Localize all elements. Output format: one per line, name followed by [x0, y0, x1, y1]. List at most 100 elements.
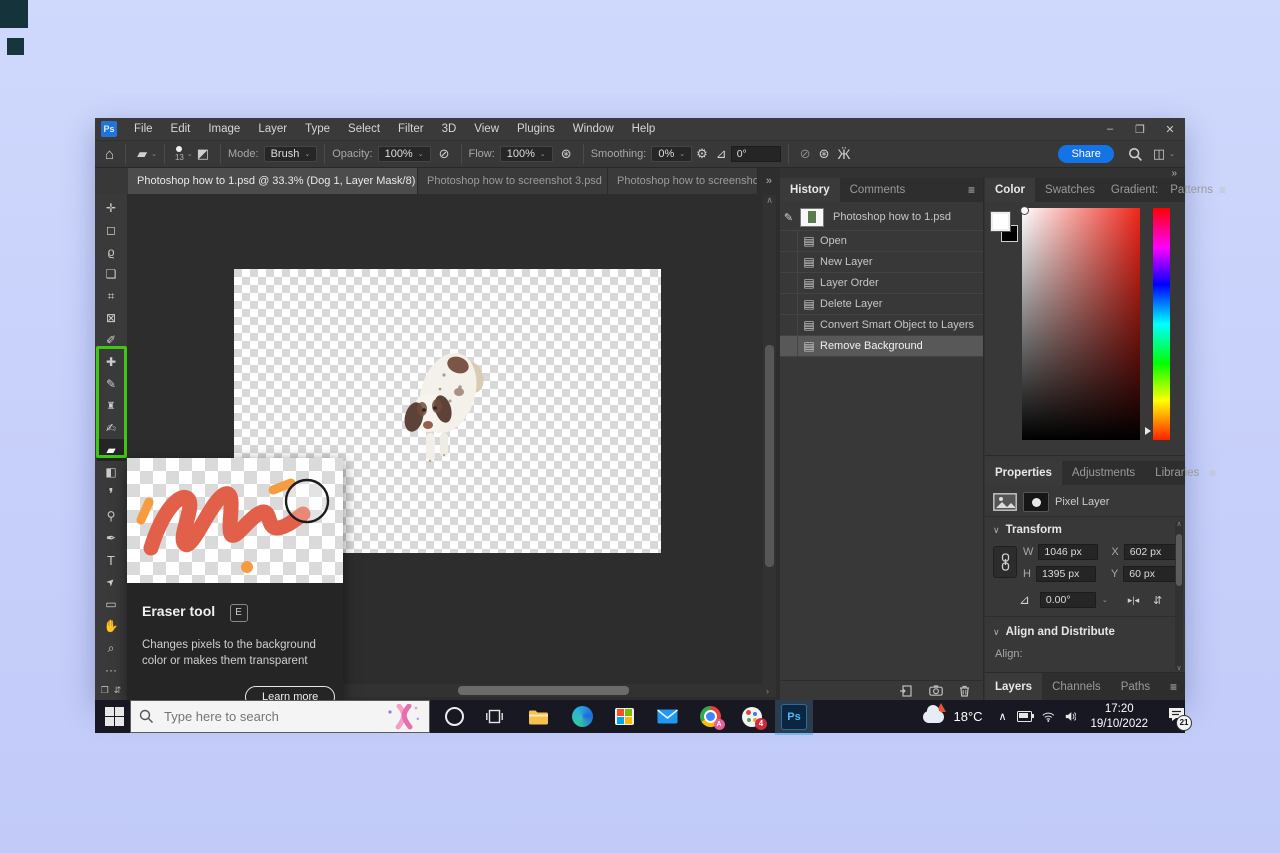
tab-adjustments[interactable]: Adjustments [1062, 461, 1145, 485]
move-tool[interactable]: ✛ [97, 197, 126, 219]
show-hidden-icons-chevron[interactable]: ∧ [999, 710, 1007, 723]
scroll-down-icon[interactable]: ∨ [1175, 664, 1183, 672]
hue-slider-arrow[interactable] [1145, 427, 1151, 435]
panel-menu-icon[interactable]: ≡ [1219, 183, 1226, 197]
document-tab-3[interactable]: Photoshop how to screenshot [608, 168, 758, 194]
menu-type[interactable]: Type [296, 120, 339, 138]
zoom-tool[interactable]: ⌕ [97, 637, 126, 659]
crop-tool[interactable]: ⌗ [97, 285, 126, 307]
document-tab-1[interactable]: Photoshop how to 1.psd @ 33.3% (Dog 1, L… [128, 168, 419, 194]
tab-paths[interactable]: Paths [1111, 673, 1160, 701]
tab-history[interactable]: History [780, 178, 840, 202]
eraser-preset-icon[interactable]: ▰ [137, 146, 147, 162]
frame-tool[interactable]: ⊠ [97, 307, 126, 329]
menu-edit[interactable]: Edit [162, 120, 200, 138]
tab-gradients[interactable]: Gradient: [1105, 178, 1164, 202]
history-source-well[interactable] [780, 231, 798, 251]
menu-plugins[interactable]: Plugins [508, 120, 564, 138]
menu-3d[interactable]: 3D [433, 120, 466, 138]
edge-button[interactable] [563, 700, 601, 733]
airbrush-mode-icon[interactable]: ⊛ [819, 146, 830, 162]
brush-tool[interactable]: ✎ [97, 373, 126, 395]
smoothing-gear-icon[interactable]: ⚙ [696, 146, 708, 162]
vertical-scrollbar-thumb[interactable] [765, 345, 774, 567]
tab-libraries[interactable]: Libraries [1145, 461, 1209, 485]
scroll-up-icon[interactable]: ∧ [1175, 520, 1183, 528]
minimize-button[interactable]: – [1095, 123, 1125, 136]
history-state-delete-layer[interactable]: ▤ Delete Layer [780, 294, 983, 315]
close-button[interactable]: ✕ [1155, 123, 1185, 136]
brush-angle-field[interactable]: 0° [730, 146, 781, 162]
flip-vertical-icon[interactable]: ⇵ [1153, 594, 1162, 607]
align-section-header[interactable]: ∨ Align and Distribute [993, 626, 1115, 638]
learn-more-button[interactable]: Learn more [245, 686, 336, 700]
link-dimensions-button[interactable] [993, 546, 1017, 578]
type-tool[interactable]: T [97, 549, 126, 571]
tab-swatches[interactable]: Swatches [1035, 178, 1105, 202]
tab-comments[interactable]: Comments [840, 178, 916, 202]
start-button[interactable] [105, 707, 125, 727]
object-selection-tool[interactable]: ❏ [97, 263, 126, 285]
lasso-tool[interactable]: ϱ [97, 241, 126, 263]
vertical-scrollbar[interactable]: ∧ [763, 195, 776, 687]
quick-mask-icon[interactable]: ❐ [101, 685, 109, 696]
new-document-from-state-icon[interactable] [899, 684, 913, 697]
menu-filter[interactable]: Filter [389, 120, 433, 138]
chevron-down-icon[interactable]: ⌄ [1169, 150, 1175, 158]
search-icon[interactable] [1128, 147, 1143, 162]
tab-color[interactable]: Color [985, 178, 1036, 202]
microsoft-store-button[interactable] [605, 700, 643, 733]
blur-tool[interactable]: ❜ [97, 483, 126, 505]
scroll-right-icon[interactable]: › [761, 686, 774, 696]
eyedropper-tool[interactable]: ✐ [97, 329, 126, 351]
flow-dropdown[interactable]: 100% ⌄ [499, 146, 553, 162]
history-state-remove-background[interactable]: ▤ Remove Background [780, 336, 983, 357]
history-state-convert-smart-object[interactable]: ▤ Convert Smart Object to Layers [780, 315, 983, 336]
new-snapshot-camera-icon[interactable] [929, 685, 943, 696]
photoshop-taskbar-button[interactable]: Ps [775, 700, 813, 735]
cortana-button[interactable] [435, 700, 473, 733]
tab-layers[interactable]: Layers [985, 673, 1043, 701]
menu-select[interactable]: Select [339, 120, 389, 138]
mode-dropdown[interactable]: Brush ⌄ [263, 146, 318, 162]
file-explorer-button[interactable] [519, 700, 557, 733]
spot-healing-brush-tool[interactable]: ✚ [97, 351, 126, 373]
photoshop-logo[interactable]: Ps [101, 121, 117, 137]
chrome-button[interactable]: A [691, 700, 729, 733]
wifi-icon[interactable] [1042, 711, 1055, 723]
history-state-new-layer[interactable]: ▤ New Layer [780, 252, 983, 273]
panel-menu-icon[interactable]: ≡ [968, 183, 975, 197]
history-state-open[interactable]: ▤ Open [780, 231, 983, 252]
pen-tool[interactable]: ✒ [97, 527, 126, 549]
rectangular-marquee-tool[interactable]: ◻ [97, 219, 126, 241]
clock[interactable]: 17:20 19/10/2022 [1090, 702, 1148, 732]
opacity-dropdown[interactable]: 100% ⌄ [377, 146, 431, 162]
tab-channels[interactable]: Channels [1042, 673, 1111, 701]
workspace-icon[interactable]: ◫ [1153, 146, 1165, 162]
path-selection-tool[interactable]: ➤ [97, 571, 126, 593]
restore-button[interactable]: ❐ [1125, 123, 1155, 136]
rectangle-tool[interactable]: ▭ [97, 593, 126, 615]
color-field[interactable] [1020, 206, 1140, 440]
temperature-label[interactable]: 18°C [954, 709, 983, 724]
smoothing-dropdown[interactable]: 0% ⌄ [651, 146, 693, 162]
home-icon[interactable]: ⌂ [105, 146, 114, 163]
screen-mode-icon[interactable]: ⇵ [114, 685, 122, 696]
speaker-icon[interactable] [1065, 710, 1077, 723]
toggle-brush-panel-icon[interactable]: ◩ [197, 146, 209, 162]
menu-file[interactable]: File [125, 120, 162, 138]
eraser-tool[interactable]: ▰ [96, 439, 126, 461]
share-button[interactable]: Share [1058, 145, 1114, 163]
menu-image[interactable]: Image [199, 120, 249, 138]
history-brush-source-icon[interactable]: ✎ [780, 211, 797, 224]
rotation-field[interactable]: 0.00° [1039, 592, 1096, 608]
menu-help[interactable]: Help [623, 120, 665, 138]
app-with-badge-button[interactable]: 4 [733, 700, 771, 733]
horizontal-scrollbar-thumb[interactable] [458, 686, 629, 695]
transform-section-header[interactable]: ∨ Transform [993, 524, 1062, 536]
gradient-tool[interactable]: ◧ [97, 461, 126, 483]
brush-preview[interactable]: 13 [175, 146, 184, 162]
chevron-down-icon[interactable]: ⌄ [1102, 596, 1108, 604]
menu-window[interactable]: Window [564, 120, 623, 138]
foreground-color-swatch[interactable] [990, 211, 1011, 232]
